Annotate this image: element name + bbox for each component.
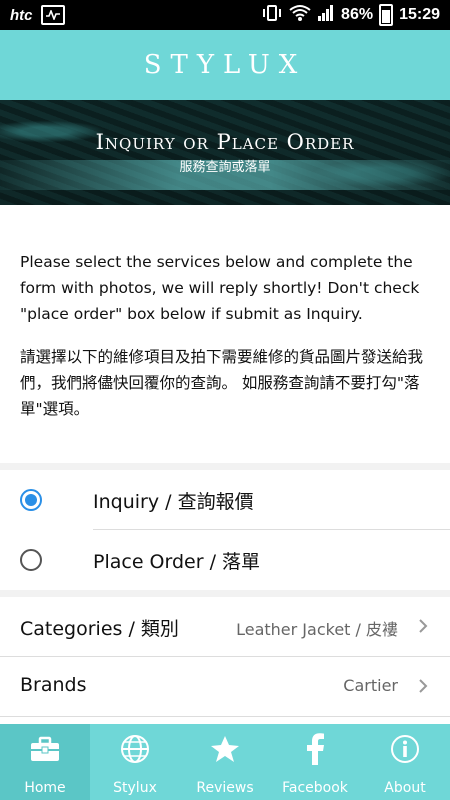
activity-pulse-icon [40,5,65,25]
brands-label: Brands [20,674,87,696]
option-place-order-label: Place Order / 落單 [93,550,261,573]
globe-icon [90,732,180,766]
tab-home[interactable]: Home [0,724,90,800]
tab-about[interactable]: About [360,724,450,800]
chevron-right-icon [419,679,428,693]
instructions-chinese: 請選擇以下的維修項目及拍下需要維修的貨品圖片發送給我們，我們將儘快回覆你的查詢。… [20,348,424,418]
battery-percent: 86% [341,6,374,23]
tab-facebook-label: Facebook [282,780,348,796]
tab-about-label: About [384,780,426,796]
tab-reviews-label: Reviews [196,780,254,796]
status-bar: htc 86% 15:29 [0,0,450,30]
brand-logo: STYLUX [143,50,307,80]
tab-stylux-label: Stylux [113,780,157,796]
page-subtitle: 服務查詢或落單 [179,160,271,175]
divider [0,716,450,717]
star-icon [180,732,270,766]
radio-button-selected[interactable] [20,489,42,511]
option-inquiry[interactable]: Inquiry / 查詢報價 [0,470,450,530]
brands-selector[interactable]: Brands Cartier [0,657,450,717]
carrier-label: htc [10,6,33,24]
request-type-group: Inquiry / 查詢報價 Place Order / 落單 [0,470,450,590]
tab-home-label: Home [24,780,66,796]
instructions-english: Please select the services below and com… [20,253,420,323]
signal-icon [317,4,335,27]
option-inquiry-label: Inquiry / 查詢報價 [93,490,254,513]
chevron-right-icon [419,619,428,633]
instructions-panel: Please select the services below and com… [0,205,450,463]
categories-value: Leather Jacket / 皮褸 [236,620,398,639]
app-header: STYLUX [0,30,450,100]
option-place-order[interactable]: Place Order / 落單 [0,530,450,590]
categories-selector[interactable]: Categories / 類別 Leather Jacket / 皮褸 [0,597,450,657]
wifi-icon [289,4,311,27]
bottom-tab-bar: Home Stylux Reviews Facebook About [0,724,450,800]
page-title: Inquiry or Place Order [95,130,355,154]
tab-stylux[interactable]: Stylux [90,724,180,800]
clock: 15:29 [399,6,440,23]
categories-label: Categories / 類別 [20,618,179,640]
form-selects: Categories / 類別 Leather Jacket / 皮褸 Bran… [0,597,450,727]
tab-reviews[interactable]: Reviews [180,724,270,800]
battery-icon [379,4,394,26]
tab-facebook[interactable]: Facebook [270,724,360,800]
facebook-icon [270,732,360,766]
page-banner: Inquiry or Place Order 服務查詢或落單 [0,100,450,205]
briefcase-icon [0,732,90,766]
brands-value: Cartier [343,676,398,695]
radio-button[interactable] [20,549,42,571]
vibrate-icon [261,4,283,27]
info-icon [360,732,450,766]
